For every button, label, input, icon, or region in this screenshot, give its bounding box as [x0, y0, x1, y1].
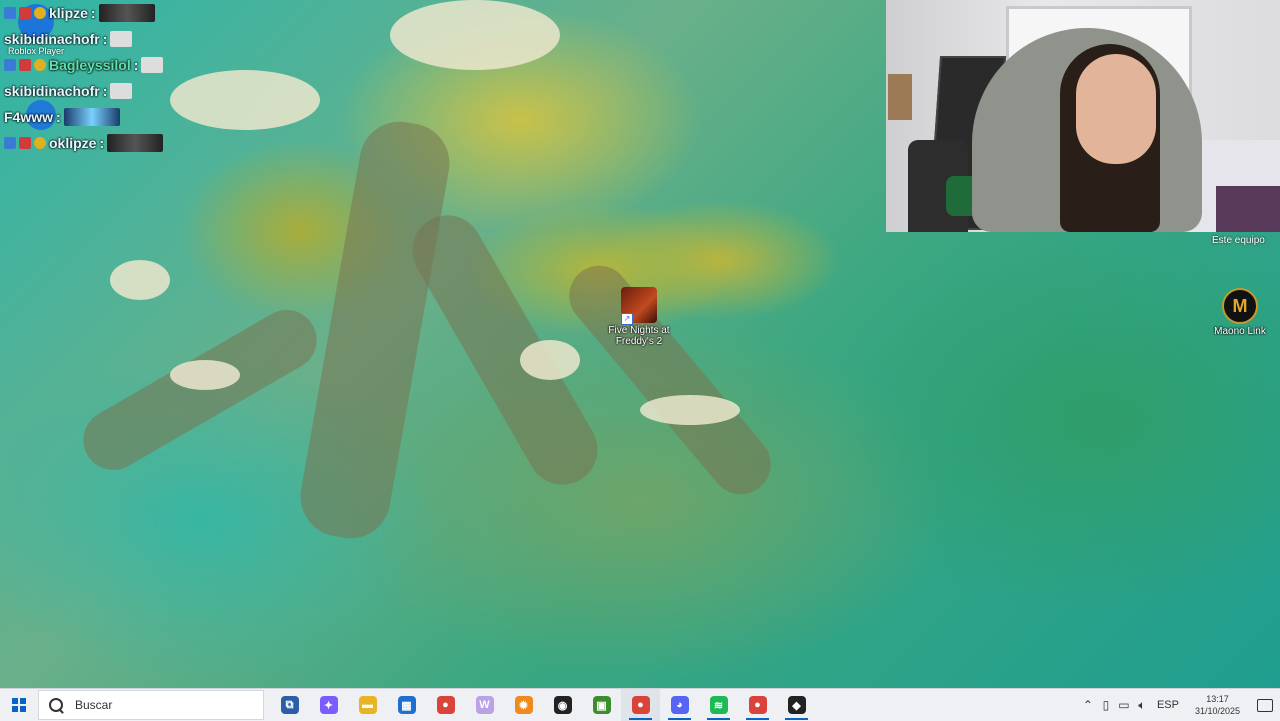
chat-username: skibidinachofr: [4, 31, 100, 47]
roblox-studio-icon: ✹: [514, 696, 533, 714]
windows-logo-icon: [12, 698, 26, 712]
taskbar-app-chrome[interactable]: ●: [426, 689, 465, 721]
taskbar-app-wps[interactable]: W: [465, 689, 504, 721]
desktop-icon-maono-link[interactable]: M Maono Link: [1204, 288, 1276, 337]
search-placeholder: Buscar: [75, 698, 113, 712]
chat-message: F4www :: [4, 106, 120, 128]
taskbar-app-music-player[interactable]: ◉: [543, 689, 582, 721]
desktop-icon-label: Five Nights at Freddy's 2: [608, 325, 670, 347]
chat-message: oklipze :: [4, 132, 164, 154]
discord-icon: ◕: [670, 696, 689, 714]
desktop-icon-label: Maono Link: [1214, 326, 1266, 337]
taskbar-search-box[interactable]: Buscar: [38, 690, 264, 720]
task-view-icon: ⧉: [280, 696, 299, 714]
chat-username: skibidinachofr: [4, 83, 100, 99]
badge-icon: [4, 7, 16, 19]
este-equipo-label: Este equipo: [1212, 235, 1265, 246]
emote-icon: [63, 108, 120, 126]
system-tray: ⌃ ▯ ▭ 🔈︎ ESP 13:17 31/10/2025: [1079, 689, 1280, 721]
search-icon: [49, 698, 63, 712]
badge-icon: [19, 7, 31, 19]
show-hidden-icons-chevron-icon[interactable]: ⌃: [1079, 689, 1097, 721]
fnaf-icon: ↗: [621, 287, 657, 325]
volume-icon[interactable]: 🔈︎: [1133, 689, 1151, 721]
taskbar-app-task-view[interactable]: ⧉: [270, 689, 309, 721]
emote-icon: [98, 4, 155, 22]
taskbar-app-spotify[interactable]: ≋: [699, 689, 738, 721]
chrome-profile-icon: ●: [631, 696, 650, 714]
clock-time: 13:17: [1206, 694, 1229, 704]
badge-icon: [4, 137, 16, 149]
notification-icon: [1257, 698, 1273, 712]
music-player-icon: ◉: [553, 696, 572, 714]
chat-message: skibidinachofr :: [4, 80, 133, 102]
copilot-icon: ✦: [319, 696, 338, 714]
network-icon[interactable]: ▭: [1115, 689, 1133, 721]
chrome-profile-2-icon: ●: [748, 696, 767, 714]
badge-icon: [19, 137, 31, 149]
chat-username: klipze: [49, 5, 88, 21]
emote-icon: [141, 57, 164, 73]
maono-icon: M: [1222, 288, 1258, 324]
file-explorer-icon: ▬: [358, 696, 377, 714]
device-icon[interactable]: ▯: [1097, 689, 1115, 721]
chat-message: Bagleyssilol :: [4, 54, 164, 76]
streamer-face: [1076, 54, 1156, 164]
taskbar-app-copilot[interactable]: ✦: [309, 689, 348, 721]
emote-icon: [107, 134, 164, 152]
chat-message: klipze :: [4, 2, 155, 24]
webcam-overlay: [886, 0, 1280, 232]
taskbar-app-minecraft[interactable]: ▣: [582, 689, 621, 721]
taskbar-app-microsoft-store[interactable]: ▦: [387, 689, 426, 721]
taskbar-app-roblox-studio[interactable]: ✹: [504, 689, 543, 721]
chat-username: F4www: [4, 109, 54, 125]
language-indicator[interactable]: ESP: [1151, 699, 1185, 711]
taskbar-app-chrome-profile-2[interactable]: ●: [738, 689, 777, 721]
taskbar-app-chrome-profile[interactable]: ●: [621, 689, 660, 721]
shortcut-arrow-icon: ↗: [621, 313, 633, 325]
badge-icon: [34, 7, 46, 19]
emote-icon: [110, 83, 133, 99]
emote-icon: [110, 31, 133, 47]
chat-username: Bagleyssilol: [49, 57, 131, 73]
chrome-icon: ●: [436, 696, 455, 714]
badge-icon: [19, 59, 31, 71]
clock-date: 31/10/2025: [1194, 706, 1240, 716]
badge-icon: [34, 137, 46, 149]
start-button[interactable]: [0, 689, 38, 721]
clock[interactable]: 13:17 31/10/2025: [1185, 693, 1250, 717]
desktop-icon-fnaf2[interactable]: ↗ Five Nights at Freddy's 2: [603, 287, 675, 347]
stream-chat-overlay: klipze : skibidinachofr : Roblox Player …: [0, 0, 170, 160]
taskbar: Buscar ⧉ ✦ ▬ ▦ ● W ✹ ◉ ▣ ● ◕ ≋ ● ◆ ⌃ ▯ ▭ 🔈︎ ESP 13:17…: [0, 688, 1280, 721]
taskbar-app-discord[interactable]: ◕: [660, 689, 699, 721]
notifications-button[interactable]: [1250, 689, 1280, 721]
minecraft-icon: ▣: [592, 696, 611, 714]
chat-username: oklipze: [49, 135, 97, 151]
spotify-icon: ≋: [709, 696, 728, 714]
wps-icon: W: [475, 696, 494, 714]
taskbar-app-list: ⧉ ✦ ▬ ▦ ● W ✹ ◉ ▣ ● ◕ ≋ ● ◆: [270, 689, 816, 721]
badge-icon: [34, 59, 46, 71]
roblox-icon: ◆: [787, 696, 806, 714]
badge-icon: [4, 59, 16, 71]
microsoft-store-icon: ▦: [397, 696, 416, 714]
taskbar-app-roblox[interactable]: ◆: [777, 689, 816, 721]
taskbar-app-file-explorer[interactable]: ▬: [348, 689, 387, 721]
